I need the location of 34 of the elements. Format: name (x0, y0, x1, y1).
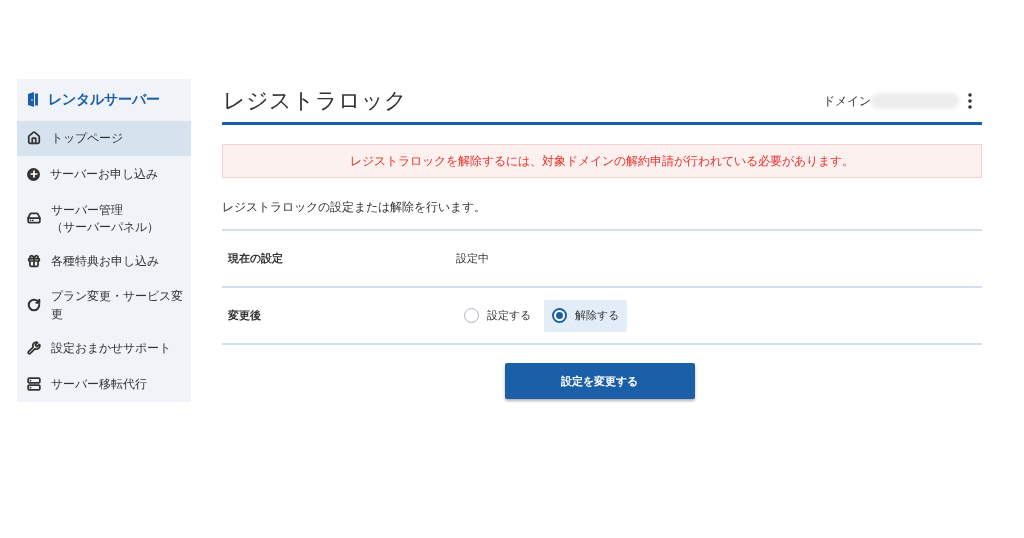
row-value: 設定中 (456, 251, 489, 267)
sidebar-item[interactable]: サーバーお申し込み (17, 156, 191, 193)
sidebar-item[interactable]: 設定おまかせサポート (17, 330, 191, 367)
alert-banner: レジストラロックを解除するには、対象ドメインの解約申請が行われている必要があります。 (222, 144, 982, 178)
sidebar-item-label: サーバーお申し込み (50, 166, 158, 184)
sidebar-item[interactable]: サーバー移転代行 (17, 366, 191, 402)
sidebar-item-label: トップページ (51, 130, 123, 148)
sidebar-item[interactable]: プラン変更・サービス変更 (17, 279, 191, 331)
wrench-icon (27, 341, 41, 356)
submit-button[interactable]: 設定を変更する (504, 363, 695, 399)
sidebar-item-sublabel: （サーバーパネル） (51, 218, 159, 235)
sidebar-item-label: サーバー移転代行 (51, 376, 147, 394)
refresh-icon (27, 297, 41, 312)
sidebar-title: レンタルサーバー (48, 90, 160, 110)
sidebar-item-label: 設定おまかせサポート (51, 340, 171, 358)
sidebar-item[interactable]: サーバー管理 （サーバーパネル） (17, 192, 191, 244)
server-icon (27, 377, 41, 392)
row-label: 変更後 (227, 308, 262, 324)
gift-icon (27, 254, 41, 269)
radio-option[interactable]: 解除する (544, 299, 627, 332)
page-title: レジストラロック (222, 87, 407, 115)
sidebar-item[interactable]: トップページ (17, 120, 191, 157)
domain-label: ドメイン (823, 92, 871, 110)
description: レジストラロックの設定または解除を行います。 (222, 199, 487, 216)
sidebar-item-label: プラン変更・サービス変更 (51, 287, 184, 323)
sidebar-item-label: 各種特典お申し込み (51, 253, 159, 271)
door-icon (27, 92, 39, 108)
radio-option[interactable]: 設定する (456, 299, 539, 332)
home-icon (27, 131, 41, 146)
drive-icon (27, 210, 41, 225)
sidebar-item[interactable]: 各種特典お申し込み (17, 243, 191, 280)
sidebar-item-label: サーバー管理 (51, 201, 124, 219)
row-label: 現在の設定 (227, 251, 284, 267)
more-icon[interactable] (968, 92, 972, 109)
